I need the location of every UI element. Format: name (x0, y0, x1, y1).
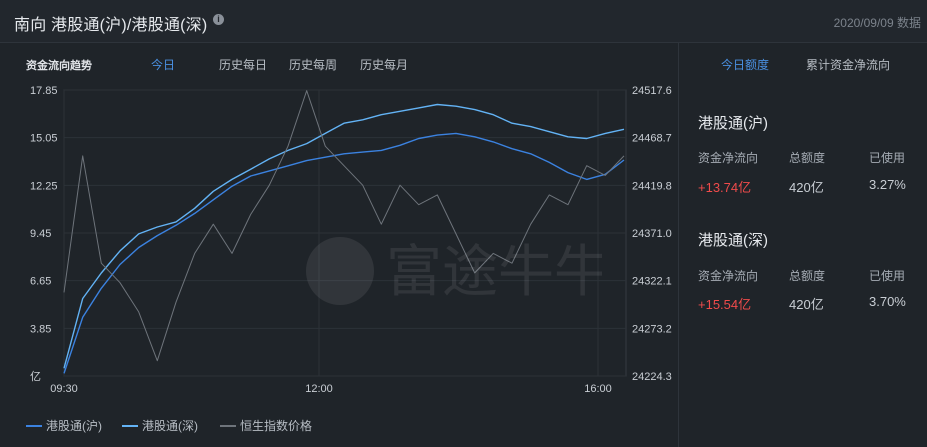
legend-item-hsi[interactable]: 恒生指数价格 (220, 417, 312, 434)
left-axis-tick: 12.25 (30, 180, 58, 192)
tab-today-quota[interactable]: 今日额度 (721, 56, 769, 73)
left-axis-tick: 17.85 (30, 85, 58, 97)
right-axis-tick: 24371.0 (632, 228, 672, 240)
watermark-circle (306, 237, 374, 305)
legend-swatch-hsi (220, 424, 236, 427)
x-axis-tick: 16:00 (584, 383, 612, 395)
x-axis-tick: 12:00 (305, 383, 333, 395)
sh-net-flow-value: +13.74亿 (698, 180, 752, 195)
fund-flow-panel: 资金流向趋势 今日 历史每日 历史每周 历史每月 17.85 15.05 12.25… (0, 43, 677, 447)
legend-label-hsi: 恒生指数价格 (240, 419, 313, 433)
right-axis-tick: 24273.2 (632, 323, 672, 335)
legend-swatch-sz (122, 424, 138, 427)
sh-net-flow-label: 资金净流向 (698, 151, 759, 165)
x-axis-tick: 09:30 (50, 383, 78, 395)
sh-used-value: 3.27% (869, 177, 906, 192)
legend-item-sz[interactable]: 港股通(深) (122, 417, 198, 434)
fund-flow-trend-label: 资金流向趋势 (26, 60, 92, 72)
right-axis-tick: 24517.6 (632, 85, 672, 97)
data-date: 2020/09/09 数据 (833, 16, 921, 30)
sz-total-quota-label: 总额度 (789, 269, 826, 283)
tab-history-monthly[interactable]: 历史每月 (360, 56, 408, 73)
legend-item-sh[interactable]: 港股通(沪) (26, 417, 102, 434)
left-axis-tick: 亿 (30, 370, 41, 383)
sz-total-quota-value: 420亿 (789, 297, 824, 312)
sh-total-quota-label: 总额度 (789, 151, 826, 165)
tab-cumulative-flow[interactable]: 累计资金净流向 (806, 56, 890, 73)
left-axis-tick: 3.85 (30, 323, 51, 335)
tab-history-weekly[interactable]: 历史每周 (289, 56, 337, 73)
quota-panel: 今日额度 累计资金净流向 港股通(沪) 资金净流向 总额度 已使用 +13.74… (678, 43, 927, 447)
right-axis-tick: 24468.7 (632, 133, 672, 145)
sh-total-quota-value: 420亿 (789, 180, 824, 195)
left-axis-tick: 9.45 (30, 228, 51, 240)
tab-today[interactable]: 今日 (151, 56, 175, 73)
sh-section-title: 港股通(沪) (698, 115, 768, 132)
legend-swatch-sh (26, 424, 42, 427)
watermark-logo: 富途牛牛 (306, 237, 602, 305)
info-icon[interactable]: i (213, 14, 224, 25)
sz-used-value: 3.70% (869, 294, 906, 309)
legend-label-sh: 港股通(沪) (46, 419, 102, 433)
sz-net-flow-label: 资金净流向 (698, 269, 759, 283)
page-title: 南向 港股通(沪)/港股通(深) (14, 17, 208, 34)
left-axis-tick: 6.65 (30, 276, 51, 288)
right-axis-tick: 24322.1 (632, 276, 672, 288)
sz-section-title: 港股通(深) (698, 232, 768, 249)
right-axis-tick: 24224.3 (632, 371, 672, 383)
tab-history-daily[interactable]: 历史每日 (219, 56, 267, 73)
series-line-2 (63, 90, 625, 362)
sh-used-label: 已使用 (869, 151, 906, 165)
page-header: 南向 港股通(沪)/港股通(深) i 2020/09/09 数据 (0, 0, 927, 43)
left-axis-tick: 15.05 (30, 133, 58, 145)
watermark-text: 富途牛牛 (386, 240, 602, 305)
legend-label-sz: 港股通(深) (142, 419, 198, 433)
sz-used-label: 已使用 (869, 269, 906, 283)
sz-net-flow-value: +15.54亿 (698, 297, 752, 312)
right-axis-tick: 24419.8 (632, 180, 672, 192)
